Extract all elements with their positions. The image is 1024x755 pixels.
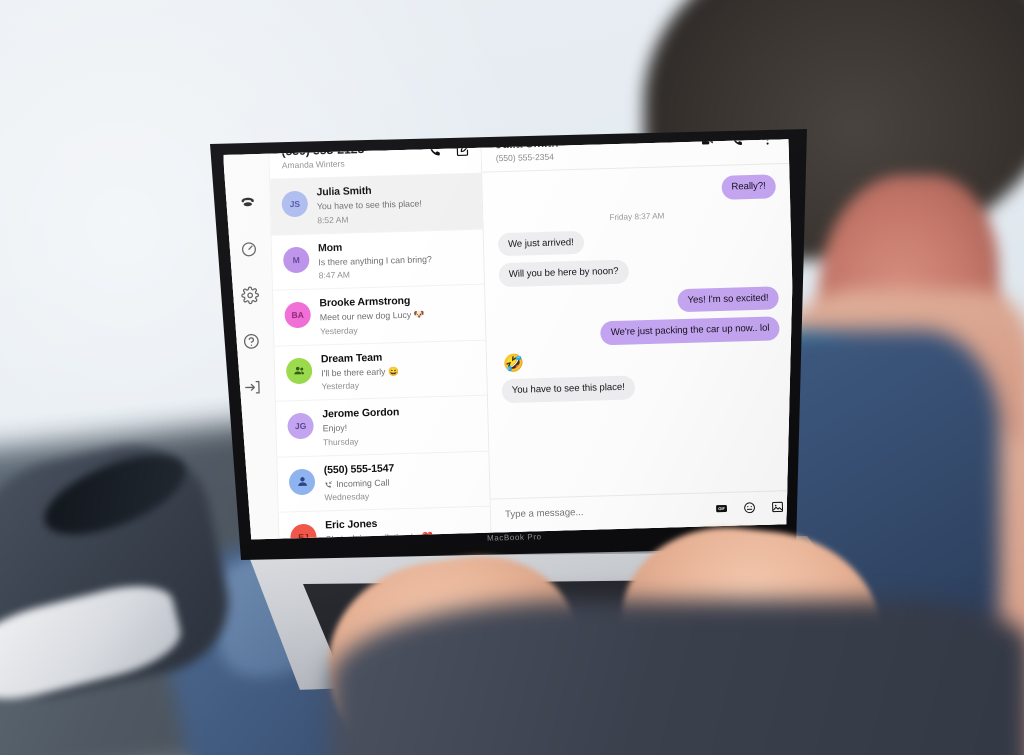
group-icon — [293, 367, 304, 375]
message-bubble: Will you be here by noon? — [498, 259, 629, 288]
avatar: M — [282, 246, 310, 273]
conversation-snippet-text: Is there anything I can bring? — [318, 253, 432, 268]
image-icon[interactable] — [771, 500, 784, 513]
conversation-row[interactable]: (550) 555-1547 Incoming Call Wednesday — [277, 450, 490, 512]
avatar — [288, 468, 316, 496]
gif-icon[interactable]: GIF — [715, 502, 728, 515]
avatar: JS — [281, 190, 309, 218]
avatar: EJ — [290, 523, 317, 539]
message-bubble: You have to see this place! — [501, 375, 636, 403]
conversation-header: (550) 555-2123 Amanda Winters — [269, 139, 482, 179]
message-row: We're just packing the car up now.. lol — [500, 316, 780, 349]
conversation-list[interactable]: JS Julia Smith You have to see this place!… — [270, 172, 491, 539]
conversation-snippet-text: I'll be there early 😄 — [321, 365, 400, 379]
conversation-text: Julia Smith You have to see this place! 8:… — [316, 182, 472, 225]
conversation-row[interactable]: JS Julia Smith You have to see this place!… — [270, 172, 483, 235]
screen-surface: (550) 555-2123 Amanda Winters — [223, 139, 796, 541]
message-emoji: 🤣 — [502, 353, 525, 374]
rail-item-phone[interactable] — [237, 193, 258, 214]
gear-icon — [240, 286, 259, 305]
conversation-row[interactable]: EJ Eric Jones She's doing well, thanks ❤️ — [278, 505, 491, 539]
speedometer-icon — [241, 242, 256, 257]
message-bubble: We just arrived! — [497, 230, 585, 257]
message-row: Really?! — [496, 174, 777, 206]
message-row: You have to see this place! — [501, 371, 782, 403]
person-icon — [297, 477, 307, 487]
message-row: Will you be here by noon? — [498, 256, 779, 288]
conversation-snippet-text: Enjoy! — [322, 422, 348, 434]
message-row: Yes! I'm so excited! — [499, 286, 779, 318]
conversation-time: Yesterday — [320, 324, 358, 337]
conversation-row[interactable]: BA Brooke Armstrong Meet our new dog Lucy … — [273, 283, 486, 346]
message-bubble: Really?! — [721, 174, 777, 200]
phone-icon — [241, 197, 254, 207]
conversation-row[interactable]: Dream Team I'll be there early 😄 Yesterday — [274, 339, 487, 401]
jacket-sleeve — [330, 600, 1024, 755]
chat-contact-number: (550) 555-2354 — [495, 151, 555, 164]
avatar — [285, 357, 313, 385]
svg-text:GIF: GIF — [718, 506, 725, 511]
macbook-pro: MacBook Pro Amanda Winters JS Julia Smit… — [0, 0, 1024, 755]
conversation-time: Thursday — [322, 436, 359, 448]
conversation-snippet-text: Meet our new dog Lucy 🐶 — [319, 309, 425, 323]
rail-item-help[interactable] — [241, 331, 262, 352]
chat-panel: Julia Smith (550) 555-2354 — [481, 139, 796, 533]
message-row: 🤣 — [501, 347, 780, 374]
conversation-time: Yesterday — [321, 380, 360, 392]
avatar: JG — [287, 412, 314, 440]
avatar: BA — [284, 301, 312, 329]
conversation-text: (550) 555-1547 Incoming Call Wednesday — [324, 460, 480, 503]
message-row: We just arrived! — [497, 225, 778, 257]
conversation-text: Jerome Gordon Enjoy! Thursday — [322, 404, 478, 447]
conversation-text: Brooke Armstrong Meet our new dog Lucy 🐶 Y… — [319, 293, 475, 336]
conversation-snippet-text: You have to see this place! — [316, 198, 422, 212]
conversation-time: Wednesday — [324, 491, 370, 503]
laptop-screen: (550) 555-2123 Amanda Winters — [223, 139, 796, 549]
composer-actions: GIF — [715, 500, 784, 515]
message-bubble: Yes! I'm so excited! — [677, 286, 779, 313]
conversation-column: (550) 555-2123 Amanda Winters — [269, 139, 492, 539]
rail-item-settings[interactable] — [239, 285, 260, 306]
conversation-text: Eric Jones She's doing well, thanks ❤️ — [325, 515, 481, 539]
messaging-app: (550) 555-2123 Amanda Winters — [223, 139, 796, 541]
rail-item-dashboard[interactable] — [238, 239, 259, 260]
emoji-icon[interactable] — [743, 501, 756, 514]
message-input[interactable] — [504, 503, 716, 521]
conversation-text: Dream Team I'll be there early 😄 Yesterday — [321, 349, 477, 392]
message-daystamp: Friday 8:37 AM — [609, 211, 665, 222]
help-icon — [243, 333, 259, 349]
conversation-snippet-text: Incoming Call — [335, 477, 390, 489]
my-account-name: Amanda Winters — [281, 158, 345, 171]
conversation-time: 8:47 AM — [318, 269, 351, 281]
logout-icon — [244, 380, 260, 394]
conversation-snippet-text: She's doing well, thanks ❤️ — [325, 531, 434, 539]
conversation-time: 8:52 AM — [317, 214, 349, 225]
message-bubble: We're just packing the car up now.. lol — [600, 316, 780, 346]
conversation-text: Mom Is there anything I can bring? 8:47 AM — [318, 238, 474, 281]
conversation-row[interactable]: JG Jerome Gordon Enjoy! Thursday — [275, 394, 489, 457]
message-list: Really?! Friday 8:37 AM We just arrived! Wi… — [482, 164, 796, 499]
incoming-call-icon — [324, 480, 333, 489]
rail-item-logout[interactable] — [242, 377, 263, 398]
conversation-row[interactable]: M Mom Is there anything I can bring? 8:47 A… — [271, 228, 485, 290]
